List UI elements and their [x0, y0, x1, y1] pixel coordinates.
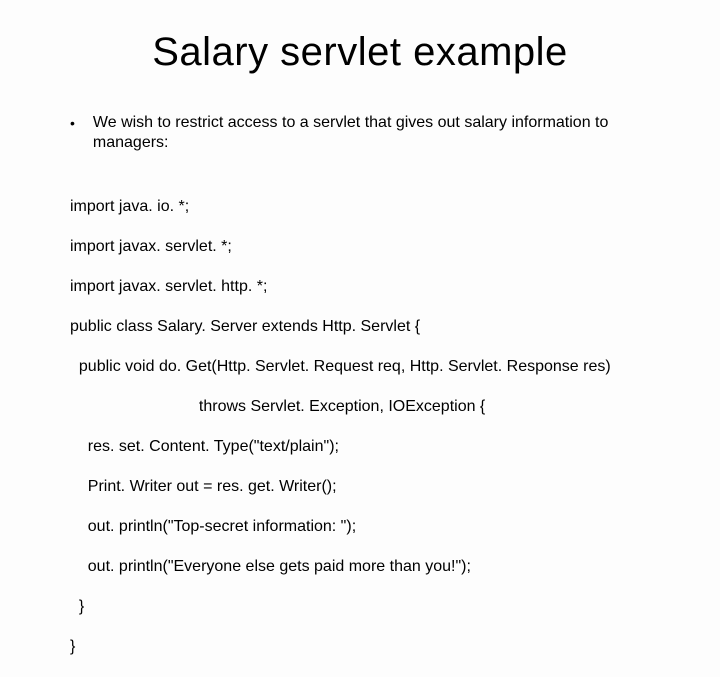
code-line: } [70, 637, 660, 657]
code-line: out. println("Top-secret information: ")… [70, 517, 660, 537]
bullet-item: • We wish to restrict access to a servle… [60, 113, 660, 153]
slide-title: Salary servlet example [60, 30, 660, 75]
code-line: throws Servlet. Exception, IOException { [70, 397, 660, 417]
code-block: import java. io. *; import javax. servle… [60, 177, 660, 677]
code-line: Print. Writer out = res. get. Writer(); [70, 477, 660, 497]
code-line: import javax. servlet. http. *; [70, 277, 660, 297]
bullet-text: We wish to restrict access to a servlet … [93, 113, 660, 153]
code-line: import java. io. *; [70, 197, 660, 217]
code-line: public class Salary. Server extends Http… [70, 317, 660, 337]
code-line: import javax. servlet. *; [70, 237, 660, 257]
code-line: } [70, 597, 660, 617]
bullet-marker: • [70, 113, 75, 133]
code-line: public void do. Get(Http. Servlet. Reque… [70, 357, 660, 377]
code-line: out. println("Everyone else gets paid mo… [70, 557, 660, 577]
code-line: res. set. Content. Type("text/plain"); [70, 437, 660, 457]
